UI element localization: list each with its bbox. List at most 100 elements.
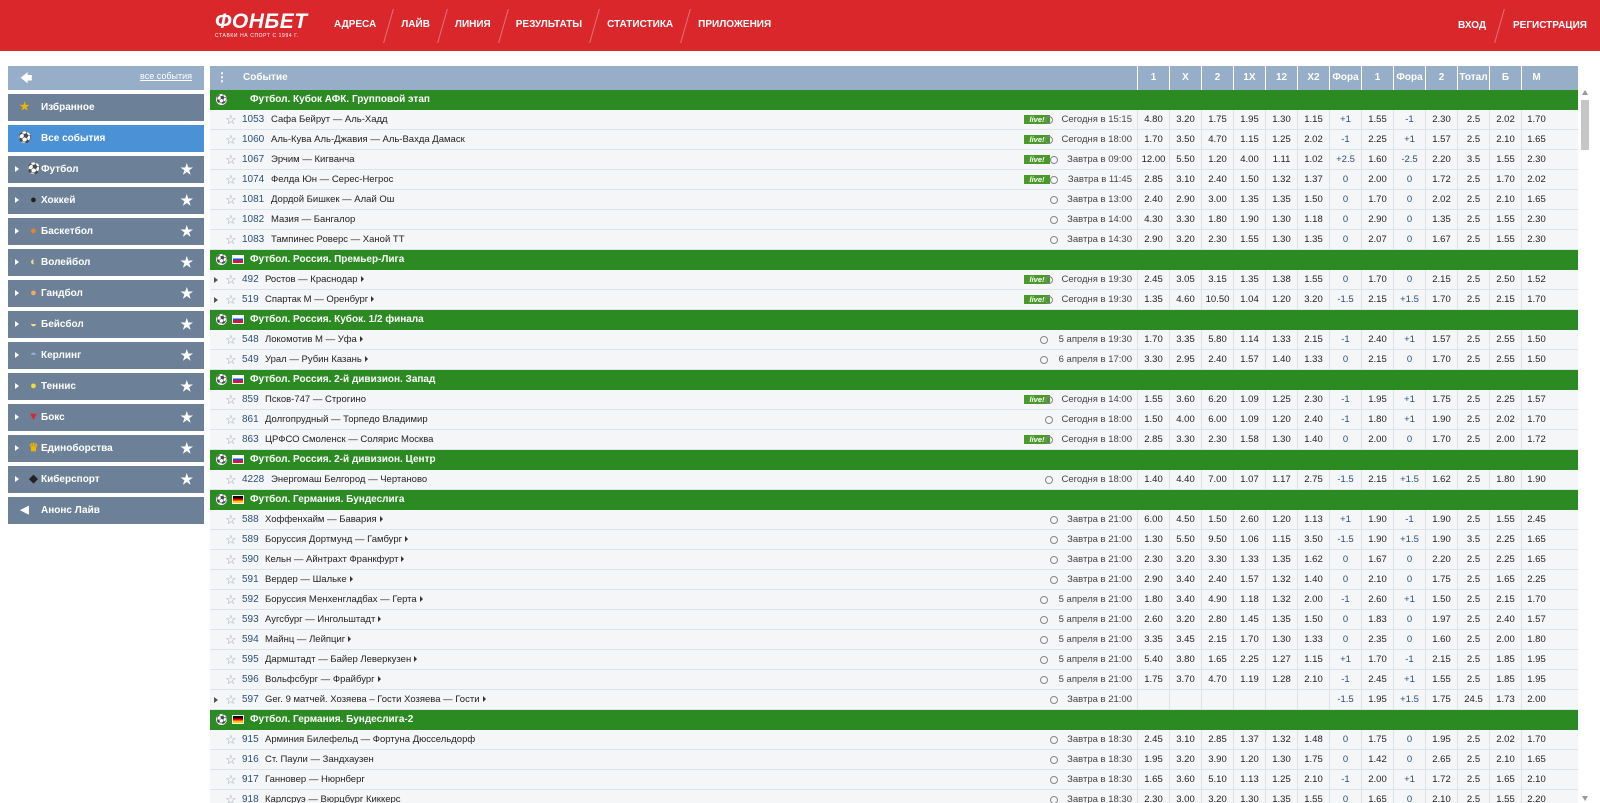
favorite-star-icon[interactable]: ☆ [225,592,237,607]
sidebar-item[interactable]: ⚽ Футбол ★ [8,156,204,183]
favorite-star-icon[interactable]: ★ [180,192,193,208]
odds-cell[interactable]: 4.80 [1137,110,1169,129]
odds-cell[interactable]: 2.10 [1489,190,1521,209]
odds-cell[interactable]: 2.15 [1297,330,1329,349]
odds-cell[interactable]: 1.75 [1425,570,1457,589]
odds-cell[interactable]: 1.35 [1297,230,1329,249]
expand-arrow-icon[interactable] [15,476,19,482]
odds-cell[interactable]: 1.20 [1265,290,1297,309]
odds-cell[interactable]: 1.80 [1137,590,1169,609]
odds-cell[interactable]: 2.55 [1489,330,1521,349]
odds-cell[interactable]: 3.30 [1201,550,1233,569]
odds-cell[interactable]: 2.10 [1297,770,1329,789]
odds-cell[interactable]: 5.50 [1169,530,1201,549]
odds-cell[interactable]: 0 [1393,190,1425,209]
odds-cell[interactable]: 2.35 [1361,630,1393,649]
expand-arrow-icon[interactable] [15,259,19,265]
odds-cell[interactable]: 2.00 [1361,430,1393,449]
odds-cell[interactable]: 12.00 [1137,150,1169,169]
odds-cell[interactable]: 1.32 [1265,730,1297,749]
odds-cell[interactable]: 2.90 [1137,570,1169,589]
odds-cell[interactable]: 2.95 [1169,350,1201,369]
expand-arrow-icon[interactable] [15,197,19,203]
expand-arrow-icon[interactable] [214,297,218,303]
odds-cell[interactable]: 3.5 [1457,150,1489,169]
odds-cell[interactable]: 1.33 [1297,350,1329,369]
odds-cell[interactable]: 3.10 [1169,170,1201,189]
favorite-star-icon[interactable]: ☆ [225,172,237,187]
odds-cell[interactable]: 2.15 [1425,650,1457,669]
odds-cell[interactable]: 2.00 [1297,590,1329,609]
odds-cell[interactable]: 0 [1393,270,1425,289]
odds-cell[interactable]: 1.37 [1297,170,1329,189]
sidebar-item[interactable]: ♛ Единоборства ★ [8,435,204,462]
odds-cell[interactable]: 2.5 [1457,670,1489,689]
odds-cell[interactable]: 1.70 [1361,650,1393,669]
odds-cell[interactable]: 1.70 [1521,290,1551,309]
odds-cell[interactable]: 1.30 [1265,110,1297,129]
odds-cell[interactable]: 2.45 [1361,670,1393,689]
odds-cell[interactable]: 2.5 [1457,350,1489,369]
odds-cell[interactable]: 1.04 [1233,290,1265,309]
odds-cell[interactable]: 1.90 [1521,470,1551,489]
odds-cell[interactable]: 1.57 [1233,350,1265,369]
odds-cell[interactable]: 1.55 [1297,270,1329,289]
odds-cell[interactable]: 1.95 [1361,690,1393,709]
odds-cell[interactable]: 2.5 [1457,590,1489,609]
odds-cell[interactable]: 1.30 [1137,530,1169,549]
odds-cell[interactable]: 3.50 [1169,130,1201,149]
odds-cell[interactable]: 1.70 [1489,170,1521,189]
odds-cell[interactable]: -1 [1393,650,1425,669]
nav-live[interactable]: ЛАЙВ [389,0,442,51]
odds-cell[interactable]: 2.40 [1137,190,1169,209]
odds-cell[interactable]: 0 [1393,350,1425,369]
odds-cell[interactable]: 1.55 [1361,110,1393,129]
odds-cell[interactable]: 2.15 [1361,470,1393,489]
odds-cell[interactable]: 1.70 [1521,730,1551,749]
favorite-star-icon[interactable]: ★ [180,409,193,425]
odds-cell[interactable]: 1.62 [1425,470,1457,489]
odds-cell[interactable]: 1.50 [1137,410,1169,429]
odds-cell[interactable]: 2.40 [1489,610,1521,629]
odds-cell[interactable]: +1 [1329,510,1361,529]
league-header[interactable]: ⚽ Футбол. Россия. Кубок. 1/2 финала [210,310,1578,330]
favorite-star-icon[interactable]: ★ [180,440,193,456]
odds-cell[interactable]: 7.00 [1201,470,1233,489]
odds-cell[interactable]: 2.15 [1361,350,1393,369]
event-title[interactable]: Аль-Кува Аль-Джавия — Аль-Вахда Дамаск [271,130,465,150]
odds-cell[interactable]: 24.5 [1457,690,1489,709]
odds-cell[interactable]: 2.10 [1521,770,1551,789]
favorite-star-icon[interactable]: ★ [180,378,193,394]
odds-cell[interactable]: 1.57 [1233,570,1265,589]
more-arrow-icon[interactable] [348,636,352,642]
favorite-star-icon[interactable]: ★ [180,316,193,332]
event-title[interactable]: Хоффенхайм — Бавария [265,510,383,530]
favorite-star-icon[interactable]: ☆ [225,692,237,707]
odds-cell[interactable]: +1 [1393,390,1425,409]
odds-cell[interactable]: -1 [1329,670,1361,689]
odds-cell[interactable]: 0 [1393,790,1425,803]
odds-cell[interactable]: 0 [1329,630,1361,649]
odds-cell[interactable]: 1.33 [1265,330,1297,349]
odds-cell[interactable]: 1.15 [1265,530,1297,549]
odds-cell[interactable]: 1.70 [1233,630,1265,649]
table-row[interactable]: ☆ 1082 Мазия — Бангалор Завтра в 14:00 4.30 3… [210,210,1578,230]
odds-cell[interactable]: 1.75 [1425,390,1457,409]
odds-cell[interactable]: 2.90 [1361,210,1393,229]
odds-cell[interactable]: 1.30 [1265,430,1297,449]
odds-cell[interactable]: 1.32 [1265,170,1297,189]
odds-cell[interactable]: 1.02 [1297,150,1329,169]
odds-cell[interactable]: 2.60 [1361,590,1393,609]
odds-cell[interactable]: 1.25 [1265,770,1297,789]
more-arrow-icon[interactable] [414,656,418,662]
odds-cell[interactable]: 1.30 [1265,750,1297,769]
odds-cell[interactable]: 2.00 [1361,770,1393,789]
odds-cell[interactable]: 2.5 [1457,550,1489,569]
odds-cell[interactable]: 3.20 [1169,750,1201,769]
odds-cell[interactable]: 1.40 [1137,470,1169,489]
odds-cell[interactable]: 2.5 [1457,170,1489,189]
odds-cell[interactable]: 2.02 [1297,130,1329,149]
odds-cell[interactable]: 1.18 [1233,590,1265,609]
odds-cell[interactable]: 3.60 [1169,770,1201,789]
sidebar-item[interactable]: ● Баскетбол ★ [8,218,204,245]
